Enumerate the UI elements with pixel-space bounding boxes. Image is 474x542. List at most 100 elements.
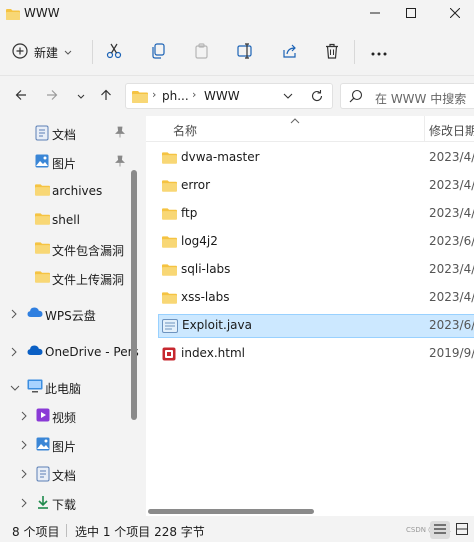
chevron-down-icon[interactable]	[10, 381, 20, 395]
nav-item-file-upload[interactable]: 文件上传漏洞	[0, 266, 130, 290]
chevron-right-icon[interactable]	[20, 439, 28, 453]
ellipsis-icon	[371, 45, 387, 59]
minimize-button[interactable]	[360, 4, 390, 24]
nav-item-label: 文件包含漏洞	[52, 244, 125, 258]
nav-item-videos[interactable]: 视频	[0, 404, 130, 428]
file-date: 2023/4/2	[429, 178, 474, 192]
search-box[interactable]: 在 WWW 中搜索	[340, 83, 474, 109]
file-row-sqli-labs[interactable]: sqli-labs 2023/4/2	[158, 258, 474, 282]
horizontal-scrollbar[interactable]	[146, 508, 474, 516]
maximize-button[interactable]	[396, 4, 426, 24]
chevron-right-icon[interactable]	[20, 410, 28, 424]
folder-icon	[162, 263, 177, 279]
pin-icon	[114, 155, 126, 170]
status-divider	[66, 524, 67, 537]
up-button[interactable]	[95, 86, 117, 106]
nav-item-label: OneDrive - Pers	[45, 345, 139, 359]
nav-item-label: 此电脑	[45, 382, 82, 396]
recent-locations-button[interactable]	[70, 86, 92, 106]
chevron-right-icon[interactable]	[10, 308, 18, 322]
close-button[interactable]	[440, 4, 470, 24]
nav-item-this-pc[interactable]: 此电脑	[0, 375, 130, 399]
address-bar-row: › ph... › WWW 在 WWW 中搜索	[0, 76, 474, 116]
nav-item-documents[interactable]: 文档	[0, 121, 130, 145]
nav-item-downloads[interactable]: 下载	[0, 491, 130, 515]
folder-icon	[162, 179, 177, 195]
file-row-error[interactable]: error 2023/4/2	[158, 174, 474, 198]
chevron-right-icon[interactable]	[10, 346, 18, 360]
file-name: error	[181, 178, 211, 192]
file-row-ftp[interactable]: ftp 2023/4/2	[158, 202, 474, 226]
file-row-log4j2[interactable]: log4j2 2023/6/6	[158, 230, 474, 254]
more-options-button[interactable]	[367, 40, 391, 64]
share-button[interactable]	[278, 40, 302, 64]
nav-item-pc-pictures[interactable]: 图片	[0, 433, 130, 457]
address-dropdown-button[interactable]	[280, 88, 296, 107]
java-file-icon	[162, 319, 178, 336]
nav-item-file-inclusion[interactable]: 文件包含漏洞	[0, 237, 130, 261]
copy-icon	[150, 42, 166, 62]
trash-icon	[324, 43, 340, 62]
breadcrumb-current[interactable]: WWW	[204, 89, 240, 103]
cut-button[interactable]	[102, 40, 126, 64]
navigation-scrollbar[interactable]	[130, 170, 138, 520]
folder-icon	[162, 207, 177, 223]
file-row-xss-labs[interactable]: xss-labs 2023/4/2	[158, 286, 474, 310]
nav-item-shell[interactable]: shell	[0, 208, 130, 232]
forward-button[interactable]	[41, 86, 63, 106]
arrow-right-icon	[46, 89, 58, 104]
address-field[interactable]: › ph... › WWW	[125, 83, 333, 109]
document-icon	[36, 466, 50, 485]
details-view-button[interactable]	[430, 521, 450, 539]
nav-item-onedrive[interactable]: OneDrive - Pers	[0, 340, 139, 364]
scissors-icon	[106, 43, 122, 62]
html-file-icon	[162, 347, 176, 364]
nav-item-pc-documents[interactable]: 文档	[0, 462, 130, 486]
chevron-right-icon[interactable]	[20, 497, 28, 511]
file-date: 2023/4/2	[429, 262, 474, 276]
delete-button[interactable]	[320, 40, 344, 64]
tiles-view-button[interactable]	[452, 521, 472, 539]
nav-item-archives[interactable]: archives	[0, 179, 130, 203]
nav-item-label: WPS云盘	[45, 309, 96, 323]
chevron-right-icon[interactable]	[20, 468, 28, 482]
rename-icon	[237, 42, 255, 62]
column-header-name[interactable]: 名称	[173, 122, 197, 139]
nav-item-wps-cloud[interactable]: WPS云盘	[0, 302, 130, 326]
column-divider[interactable]	[424, 116, 425, 142]
file-date: 2023/4/2	[429, 150, 474, 164]
title-bar: WWW	[0, 0, 474, 28]
folder-icon	[6, 8, 20, 23]
folder-icon	[132, 90, 148, 106]
new-button[interactable]: 新建	[12, 40, 72, 64]
paste-button[interactable]	[190, 40, 214, 64]
column-header-date[interactable]: 修改日期	[429, 122, 474, 139]
nav-item-label: 文档	[52, 469, 77, 483]
scrollbar-thumb[interactable]	[148, 509, 314, 514]
file-date: 2023/4/2	[429, 206, 474, 220]
file-list: 名称 修改日期 dvwa-master 2023/4/2 error 2023/…	[146, 116, 474, 516]
back-button[interactable]	[10, 86, 32, 106]
breadcrumb-parent[interactable]: ph...	[162, 89, 189, 103]
nav-item-pictures[interactable]: 图片	[0, 150, 130, 174]
document-icon	[35, 125, 49, 144]
nav-item-label: 下载	[52, 498, 77, 512]
video-icon	[36, 408, 50, 425]
window-title: WWW	[24, 6, 60, 20]
refresh-icon[interactable]	[309, 88, 325, 107]
file-row-index-html[interactable]: index.html 2019/9/3	[158, 342, 474, 366]
folder-icon	[162, 291, 177, 307]
chevron-down-icon	[77, 89, 85, 103]
command-bar: 新建	[0, 28, 474, 76]
rename-button[interactable]	[234, 40, 258, 64]
nav-item-label: 视频	[52, 411, 77, 425]
file-row-dvwa-master[interactable]: dvwa-master 2023/4/2	[158, 146, 474, 170]
share-icon	[282, 43, 298, 62]
nav-item-label: 文档	[52, 128, 77, 142]
file-row-exploit-java[interactable]: Exploit.java 2023/6/6	[158, 314, 474, 338]
onedrive-icon	[27, 344, 43, 359]
arrow-left-icon	[15, 89, 27, 104]
copy-button[interactable]	[146, 40, 170, 64]
pictures-icon	[36, 437, 50, 454]
scrollbar-thumb[interactable]	[131, 170, 137, 420]
